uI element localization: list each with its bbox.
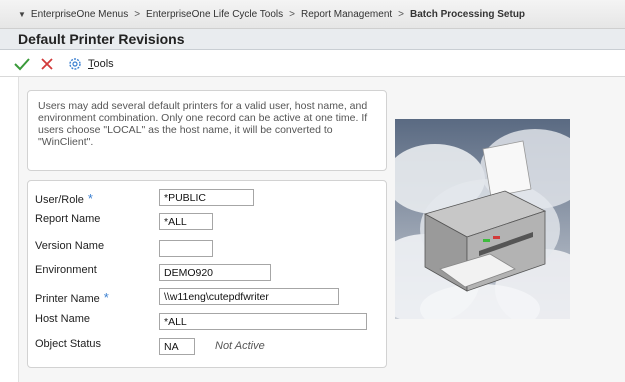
breadcrumb-item-report-management[interactable]: Report Management [301,9,392,20]
gear-icon [69,57,81,70]
breadcrumb-item-life-cycle-tools[interactable]: EnterpriseOne Life Cycle Tools [146,9,283,20]
environment-label: Environment [35,264,97,276]
info-box: Users may add several default printers f… [27,90,387,171]
host-name-field[interactable] [159,313,367,330]
check-icon [14,57,30,70]
printer-name-label: Printer Name * [35,290,109,305]
version-name-label: Version Name [35,240,105,252]
breadcrumb-separator: > [289,8,295,20]
required-star-icon: * [103,290,109,305]
page-title: Default Printer Revisions [18,31,185,47]
printer-name-field[interactable] [159,288,339,305]
required-star-icon: * [87,191,93,206]
object-status-description: Not Active [215,340,265,352]
x-icon [41,57,53,70]
breadcrumb-item-menus[interactable]: EnterpriseOne Menus [31,9,128,20]
printer-image [395,119,570,319]
toolbar: Tools [0,51,625,77]
breadcrumb-separator: > [398,8,405,20]
breadcrumb: ▼ EnterpriseOne Menus > EnterpriseOne Li… [0,0,625,29]
cancel-button[interactable] [40,57,54,71]
host-name-label: Host Name [35,313,91,325]
breadcrumb-item-batch-processing: Batch Processing Setup [410,8,526,20]
version-name-field[interactable] [159,240,213,257]
tools-button[interactable]: Tools [68,57,114,71]
ok-button[interactable] [14,57,30,71]
tools-label: Tools [88,57,114,70]
user-role-label: User/Role * [35,191,93,206]
report-name-field[interactable] [159,213,213,230]
caret-down-icon[interactable]: ▼ [18,10,26,19]
object-status-label: Object Status [35,338,102,350]
title-bar: Default Printer Revisions [0,29,625,50]
user-role-field[interactable] [159,189,254,206]
object-status-field[interactable] [159,338,195,355]
report-name-label: Report Name [35,213,101,225]
breadcrumb-separator: > [134,8,141,20]
environment-field[interactable] [159,264,271,281]
printer-illustration [395,119,570,319]
info-text: Users may add several default printers f… [38,100,368,148]
